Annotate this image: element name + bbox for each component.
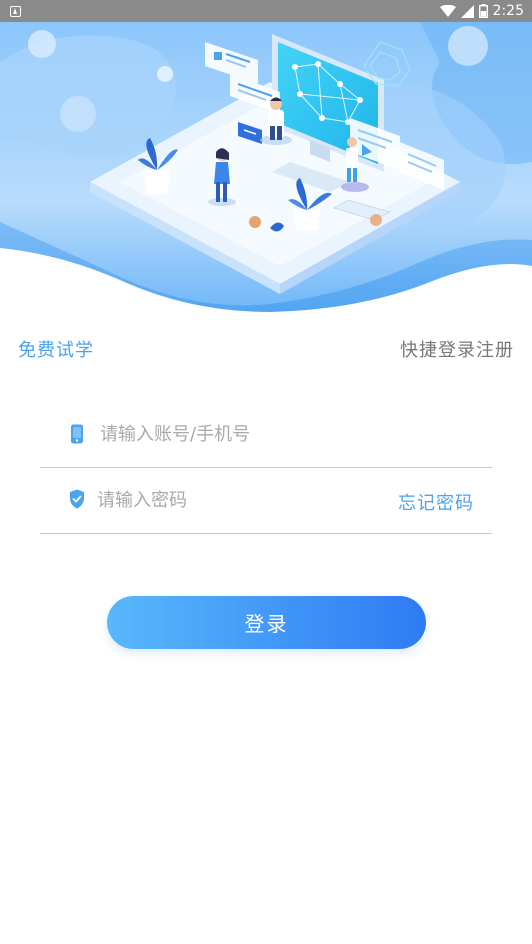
phone-icon — [71, 424, 83, 444]
password-field: 忘记密码 — [40, 468, 492, 534]
account-input[interactable] — [100, 420, 390, 448]
link-row: 免费试学 快捷登录注册 — [0, 336, 532, 366]
free-trial-link[interactable]: 免费试学 — [18, 336, 94, 362]
clock: 2:25 — [492, 3, 524, 19]
forgot-password-link[interactable]: 忘记密码 — [398, 489, 474, 515]
login-button[interactable]: 登录 — [107, 596, 426, 649]
notification-a-icon — [10, 5, 21, 17]
hero-illustration — [0, 22, 532, 322]
signal-icon — [460, 4, 474, 18]
password-input[interactable] — [97, 486, 357, 514]
status-bar: 2:25 — [0, 0, 532, 22]
wifi-icon — [439, 4, 456, 17]
battery-icon — [478, 4, 488, 18]
quick-register-link[interactable]: 快捷登录注册 — [400, 336, 514, 362]
account-field — [40, 402, 492, 468]
shield-check-icon — [70, 489, 84, 509]
